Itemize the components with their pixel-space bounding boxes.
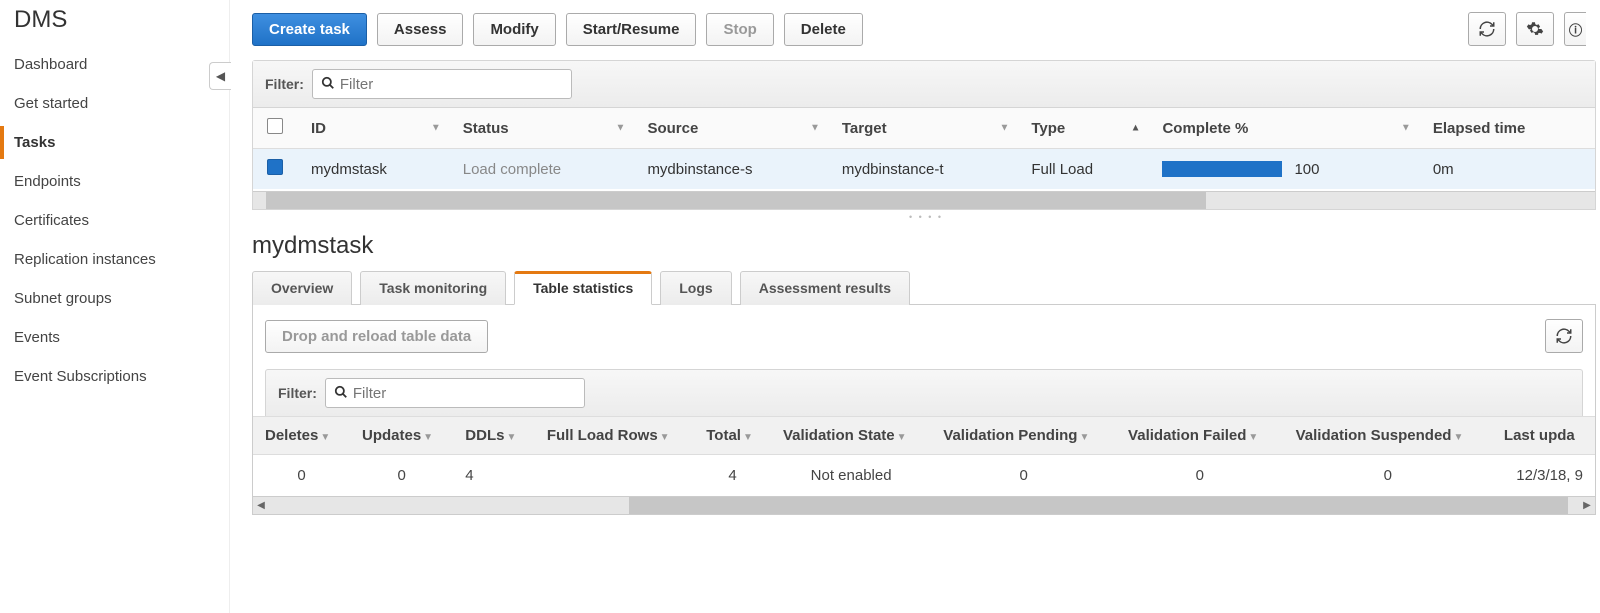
stats-cell-validation-suspended: 0 (1284, 455, 1492, 497)
task-cell-complete: 100 (1148, 149, 1418, 190)
start-resume-button[interactable]: Start/Resume (566, 13, 697, 46)
tab-panel-table-statistics: Drop and reload table data Filter: (252, 305, 1596, 515)
refresh-button[interactable] (1468, 12, 1506, 46)
sidebar-item-tasks[interactable]: Tasks (0, 126, 229, 159)
task-filter-input[interactable] (338, 75, 538, 94)
sidebar: DMS Dashboard Get started Tasks Endpoint… (0, 0, 230, 613)
stats-header-validation-state[interactable]: Validation State▼ (771, 417, 931, 455)
task-header-checkbox[interactable] (253, 108, 297, 149)
stats-filter-input[interactable] (351, 384, 551, 403)
sidebar-item-replication-instances[interactable]: Replication instances (0, 243, 229, 276)
task-cell-status: Load complete (449, 149, 634, 190)
stats-cell-last-updated: 12/3/18, 9 (1492, 455, 1595, 497)
detail-tabs: Overview Task monitoring Table statistic… (252, 270, 1596, 305)
stats-header-validation-suspended[interactable]: Validation Suspended▼ (1284, 417, 1492, 455)
scroll-left-icon[interactable]: ◀ (253, 497, 269, 514)
sidebar-item-subnet-groups[interactable]: Subnet groups (0, 282, 229, 315)
task-filter-input-wrap[interactable] (312, 69, 572, 99)
stats-header-total[interactable]: Total▼ (694, 417, 771, 455)
task-table: ID▼ Status▼ Source▼ Target▼ Type▲ Comple… (253, 108, 1595, 189)
task-header-elapsed[interactable]: Elapsed time (1419, 108, 1595, 149)
stats-cell-validation-pending: 0 (931, 455, 1116, 497)
panel-splitter[interactable]: • • • • (252, 212, 1600, 222)
stats-filter-label: Filter: (278, 385, 317, 401)
stats-cell-ddls: 4 (453, 455, 535, 497)
task-cell-source: mydbinstance-s (633, 149, 827, 190)
task-list-panel: Filter: ID▼ Status▼ Source▼ Target▼ (252, 60, 1596, 210)
stats-header-deletes[interactable]: Deletes▼ (253, 417, 350, 455)
sidebar-item-events[interactable]: Events (0, 321, 229, 354)
stats-table-scrollbar[interactable]: ◀ ▶ (253, 496, 1595, 514)
tab-assessment-results[interactable]: Assessment results (740, 271, 910, 305)
sidebar-item-certificates[interactable]: Certificates (0, 204, 229, 237)
stats-header-last-updated[interactable]: Last upda (1492, 417, 1595, 455)
stats-cell-total: 4 (694, 455, 771, 497)
stats-header-full-load-rows[interactable]: Full Load Rows▼ (535, 417, 694, 455)
app-title: DMS (14, 6, 229, 34)
stats-cell-full-load-rows (535, 455, 694, 497)
assess-button[interactable]: Assess (377, 13, 464, 46)
stats-header-ddls[interactable]: DDLs▼ (453, 417, 535, 455)
task-table-scrollbar[interactable] (253, 191, 1595, 209)
task-header-type[interactable]: Type▲ (1017, 108, 1148, 149)
task-header-id[interactable]: ID▼ (297, 108, 449, 149)
tab-task-monitoring[interactable]: Task monitoring (360, 271, 506, 305)
info-icon: ⓘ (1569, 20, 1582, 39)
sidebar-collapse-toggle[interactable]: ◀ (209, 62, 231, 90)
delete-button[interactable]: Delete (784, 13, 863, 46)
stats-cell-deletes: 0 (253, 455, 350, 497)
task-filter-bar: Filter: (253, 61, 1595, 108)
sidebar-item-dashboard[interactable]: Dashboard (0, 48, 229, 81)
drop-reload-button: Drop and reload table data (265, 320, 488, 353)
stats-cell-updates: 0 (350, 455, 453, 497)
stats-cell-validation-failed: 0 (1116, 455, 1284, 497)
detail-title: mydmstask (252, 232, 1600, 260)
sidebar-item-endpoints[interactable]: Endpoints (0, 165, 229, 198)
stats-table: Deletes▼ Updates▼ DDLs▼ Full Load Rows▼ … (253, 416, 1595, 496)
stats-header-validation-failed[interactable]: Validation Failed▼ (1116, 417, 1284, 455)
stats-refresh-button[interactable] (1545, 319, 1583, 353)
task-cell-id: mydmstask (297, 149, 449, 190)
stop-button: Stop (706, 13, 773, 46)
row-checkbox-checked-icon[interactable] (267, 159, 283, 175)
task-header-target[interactable]: Target▼ (828, 108, 1018, 149)
task-header-source[interactable]: Source▼ (633, 108, 827, 149)
tab-table-statistics[interactable]: Table statistics (514, 271, 652, 305)
stats-cell-validation-state: Not enabled (771, 455, 931, 497)
modify-button[interactable]: Modify (473, 13, 555, 46)
progress-bar (1162, 161, 1282, 177)
task-row[interactable]: mydmstask Load complete mydbinstance-s m… (253, 149, 1595, 190)
tab-overview[interactable]: Overview (252, 271, 352, 305)
scroll-right-icon[interactable]: ▶ (1579, 497, 1595, 514)
progress-value: 100 (1294, 161, 1319, 178)
search-icon (334, 385, 348, 402)
task-header-status[interactable]: Status▼ (449, 108, 634, 149)
task-header-complete[interactable]: Complete %▼ (1148, 108, 1418, 149)
sidebar-item-event-subscriptions[interactable]: Event Subscriptions (0, 360, 229, 393)
task-cell-type: Full Load (1017, 149, 1148, 190)
main-content: Create task Assess Modify Start/Resume S… (230, 0, 1600, 613)
settings-button[interactable] (1516, 12, 1554, 46)
stats-row[interactable]: 0 0 4 4 Not enabled 0 0 0 12/3/18, 9 (253, 455, 1595, 497)
stats-header-validation-pending[interactable]: Validation Pending▼ (931, 417, 1116, 455)
stats-filter-bar: Filter: (265, 369, 1583, 416)
task-cell-elapsed: 0m (1419, 149, 1595, 190)
refresh-icon (1478, 20, 1496, 38)
gear-icon (1526, 20, 1544, 38)
refresh-icon (1555, 327, 1573, 345)
stats-header-updates[interactable]: Updates▼ (350, 417, 453, 455)
task-filter-label: Filter: (265, 76, 304, 92)
search-icon (321, 76, 335, 93)
task-toolbar: Create task Assess Modify Start/Resume S… (252, 12, 1600, 46)
create-task-button[interactable]: Create task (252, 13, 367, 46)
checkbox-icon (267, 118, 283, 134)
tab-logs[interactable]: Logs (660, 271, 731, 305)
help-button[interactable]: ⓘ (1564, 12, 1586, 46)
stats-filter-input-wrap[interactable] (325, 378, 585, 408)
task-cell-target: mydbinstance-t (828, 149, 1018, 190)
chevron-left-icon: ◀ (216, 69, 225, 83)
sidebar-item-get-started[interactable]: Get started (0, 87, 229, 120)
